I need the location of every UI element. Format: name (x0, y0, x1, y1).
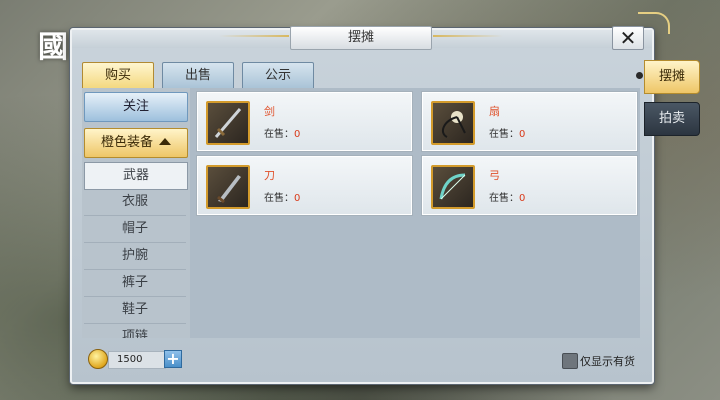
sidebar-item-shoes[interactable]: 鞋子 (84, 297, 186, 324)
close-button[interactable]: ✕ (612, 26, 644, 50)
add-money-button[interactable]: + (164, 350, 182, 368)
bow-icon (431, 165, 475, 209)
stock-label: 在售： (489, 193, 519, 204)
item-stock: 在售：0 (489, 189, 525, 204)
stock-label: 在售： (264, 193, 294, 204)
item-name: 剑 (264, 105, 275, 118)
fan-icon (431, 101, 475, 145)
stock-count: 0 (294, 129, 301, 140)
coin-icon (88, 349, 108, 369)
tab-buy[interactable]: 购买 (82, 62, 154, 90)
stock-label: 在售： (264, 129, 294, 140)
sword-icon (206, 101, 250, 145)
item-card-bow[interactable]: 弓 在售：0 (422, 156, 637, 215)
content-area: 关注 橙色装备 武器 衣服 帽子 护腕 裤子 鞋子 项链 剑 在售：0 扇 在售… (82, 88, 640, 338)
stock-label: 在售： (489, 129, 519, 140)
only-in-stock-checkbox[interactable] (562, 353, 578, 369)
sidebar-item-hat[interactable]: 帽子 (84, 216, 186, 243)
category-sidebar: 关注 橙色装备 武器 衣服 帽子 护腕 裤子 鞋子 项链 (82, 88, 190, 338)
footer-bar: 1500 + 仅显示有货 (82, 346, 640, 374)
money-amount: 1500 (108, 351, 166, 369)
stall-window: 摆摊 ✕ 购买 出售 公示 关注 橙色装备 武器 衣服 帽子 护腕 裤子 鞋子 … (70, 26, 654, 384)
item-card-sword[interactable]: 剑 在售：0 (197, 92, 412, 151)
side-tab-stall[interactable]: 摆摊 (644, 60, 700, 94)
item-card-blade[interactable]: 刀 在售：0 (197, 156, 412, 215)
blade-icon (206, 165, 250, 209)
follow-button[interactable]: 关注 (84, 92, 188, 122)
sidebar-item-weapon[interactable]: 武器 (84, 162, 188, 190)
side-tab-indicator (636, 72, 643, 79)
stock-count: 0 (294, 193, 301, 204)
item-stock: 在售：0 (489, 125, 525, 140)
collapse-arrow-icon (159, 138, 171, 145)
side-tab-auction[interactable]: 拍卖 (644, 102, 700, 136)
only-in-stock-label: 仅显示有货 (580, 355, 635, 368)
sidebar-item-necklace[interactable]: 项链 (84, 324, 186, 338)
item-stock: 在售：0 (264, 125, 300, 140)
sidebar-item-pants[interactable]: 裤子 (84, 270, 186, 297)
orange-equipment-category[interactable]: 橙色装备 (84, 128, 188, 158)
sidebar-item-bracer[interactable]: 护腕 (84, 243, 186, 270)
tab-sell[interactable]: 出售 (162, 62, 234, 90)
stock-count: 0 (519, 129, 526, 140)
window-title: 摆摊 (219, 26, 432, 50)
sidebar-item-clothes[interactable]: 衣服 (84, 189, 186, 216)
category-label: 橙色装备 (100, 135, 153, 150)
stock-count: 0 (519, 193, 526, 204)
item-grid: 剑 在售：0 扇 在售：0 刀 在售：0 弓 在售：0 (197, 92, 640, 332)
item-name: 扇 (489, 105, 500, 118)
item-name: 刀 (264, 169, 275, 182)
item-name: 弓 (489, 169, 500, 182)
item-stock: 在售：0 (264, 189, 300, 204)
tab-public[interactable]: 公示 (242, 62, 314, 90)
item-card-fan[interactable]: 扇 在售：0 (422, 92, 637, 151)
